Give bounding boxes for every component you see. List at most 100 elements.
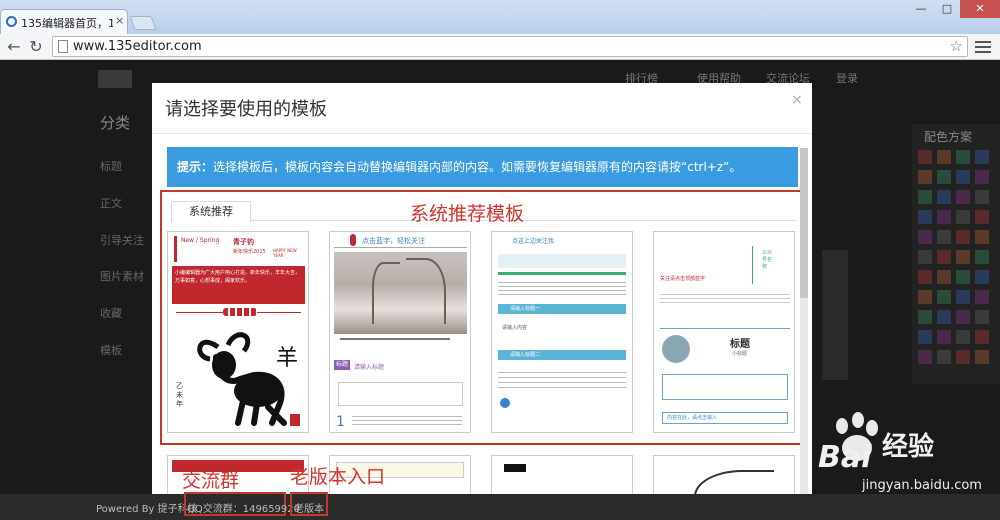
card1-stamp: 乙未年: [176, 382, 183, 408]
card1-banner-sub: 新年快乐2015: [233, 249, 266, 255]
back-icon[interactable]: ←: [4, 37, 24, 56]
menu-icon[interactable]: [975, 38, 991, 54]
color-swatch: [918, 230, 932, 244]
hint-text: 提示：选择模板后，模板内容会自动替换编辑器内部的内容。如需要恢复编辑器原有的内容…: [177, 158, 741, 175]
color-swatch: [956, 330, 970, 344]
template-card-4[interactable]: 公众号名称 关注请点击顶部蓝字 标题 小标题 内容在此，请点击输入: [653, 231, 795, 433]
scrollbar-thumb[interactable]: [800, 148, 808, 298]
tab-system-recommend[interactable]: 系统推荐: [171, 201, 251, 222]
annotation-group: 交流群: [182, 470, 240, 492]
color-swatch: [937, 190, 951, 204]
new-tab-button[interactable]: [129, 16, 157, 30]
address-bar[interactable]: www.135editor.com ☆: [52, 36, 968, 57]
color-swatch: [956, 310, 970, 324]
hint-banner: 提示：选择模板后，模板内容会自动替换编辑器内部的内容。如需要恢复编辑器原有的内容…: [167, 147, 798, 187]
color-swatch: [937, 150, 951, 164]
color-swatch: [937, 170, 951, 184]
card3-heading2: 请输入标题二: [510, 352, 541, 358]
tree-shape: [406, 258, 446, 324]
minimize-button[interactable]: —: [908, 0, 934, 18]
tree-shape: [372, 262, 400, 324]
card2-tag: 标题: [335, 361, 348, 368]
color-swatch: [975, 190, 989, 204]
site-logo: [98, 70, 132, 88]
color-swatch: [937, 350, 951, 364]
color-swatch: [956, 350, 970, 364]
color-swatch: [918, 150, 932, 164]
card2-numeral: 1: [336, 414, 345, 430]
bg-sidebar-item: 图片素材: [100, 270, 144, 283]
browser-tab-bar: 135编辑器首页，135编辑 × — □ ✕: [0, 0, 1000, 34]
card4-subtitle: 小标题: [732, 351, 748, 357]
card2-rule: [334, 247, 467, 248]
card4-foot: 内容在此，请点击输入: [667, 415, 718, 421]
color-swatch: [975, 250, 989, 264]
card2-header: 点击蓝字，轻松关注: [362, 237, 425, 245]
card1-banner-title: 青子钓: [233, 238, 254, 246]
color-swatch: [918, 270, 932, 284]
reload-icon[interactable]: ↻: [26, 37, 46, 56]
footer-powered: Powered By 提子科技: [96, 504, 198, 515]
card3-top: 点这上边关注我: [512, 238, 555, 245]
color-swatch: [937, 310, 951, 324]
card2-textbox: [338, 382, 463, 406]
color-swatch: [918, 170, 932, 184]
watermark-brand: Bai: [818, 440, 872, 475]
card4-rule: [660, 328, 790, 329]
color-swatch: [937, 210, 951, 224]
close-window-button[interactable]: ✕: [960, 0, 1000, 18]
card3-info-bar: [498, 254, 626, 268]
color-swatch: [937, 230, 951, 244]
footer-old-version-link[interactable]: 老版本: [294, 500, 324, 515]
bg-tool-column: [822, 250, 848, 380]
color-swatch: [975, 170, 989, 184]
color-swatch: [937, 270, 951, 284]
footer-qq-link[interactable]: QQ交流群：149659920: [187, 500, 300, 515]
card3-text-lines: [498, 282, 626, 296]
page-icon: [58, 40, 68, 53]
color-swatch: [975, 230, 989, 244]
card3-heading1-bar: 请输入标题一: [498, 304, 626, 314]
card2-text-lines: [352, 416, 462, 428]
bookmark-star-icon[interactable]: ☆: [950, 37, 963, 55]
url-text: www.135editor.com: [73, 39, 202, 54]
card3-dot-icon: [500, 398, 510, 408]
watermark-cn: 经验: [882, 432, 935, 462]
template-card-3[interactable]: 点这上边关注我 请输入标题一 请输入内容 请输入标题二: [491, 231, 633, 433]
template-card-1[interactable]: New / Spring 青子钓 新年快乐2015 HAPPY NEW YEAR…: [167, 231, 309, 433]
annotation-templates: 系统推荐模板: [410, 203, 525, 225]
color-swatch: [937, 250, 951, 264]
color-swatch: [918, 210, 932, 224]
card4-avatar: [662, 335, 690, 363]
color-swatch: [975, 270, 989, 284]
browser-tab[interactable]: 135编辑器首页，135编辑 ×: [0, 9, 128, 34]
card1-banner-line1: New / Spring: [181, 237, 220, 244]
color-swatch: [937, 290, 951, 304]
palette-title: 配色方案: [924, 130, 973, 144]
favicon-icon: [6, 16, 17, 27]
color-swatch: [956, 250, 970, 264]
modal-title: 请选择要使用的模板: [165, 99, 327, 120]
color-swatch: [956, 270, 970, 284]
card3-heading1: 请输入标题一: [510, 306, 541, 312]
tab-close-icon[interactable]: ×: [115, 14, 124, 27]
card2-caption: 请输入标题: [354, 364, 385, 371]
hint-body: 选择模板后，模板内容会自动替换编辑器内部的内容。如需要恢复编辑器原有的内容请按“…: [213, 160, 742, 174]
color-swatch: [956, 230, 970, 244]
color-swatch: [975, 310, 989, 324]
bg-sidebar-item: 收藏: [100, 307, 122, 320]
maximize-button[interactable]: □: [934, 0, 960, 18]
card4-footbox: 内容在此，请点击输入: [662, 412, 788, 424]
card2-tag-box: 标题: [334, 360, 350, 370]
color-swatch: [918, 190, 932, 204]
bg-sidebar-item: 正文: [100, 197, 122, 210]
card3-heading2-bar: 请输入标题二: [498, 350, 626, 360]
modal-scrollbar[interactable]: [800, 148, 808, 518]
card2-slider-line: [340, 338, 450, 340]
bg-sidebar-item: 标题: [100, 160, 122, 173]
color-swatch: [918, 330, 932, 344]
template-card-2[interactable]: 点击蓝字，轻松关注 标题 请输入标题 1: [329, 231, 471, 433]
close-icon[interactable]: ×: [791, 92, 803, 108]
annotation-old-entry: 老版本入口: [290, 466, 386, 488]
watermark-url: jingyan.baidu.com: [862, 478, 982, 493]
